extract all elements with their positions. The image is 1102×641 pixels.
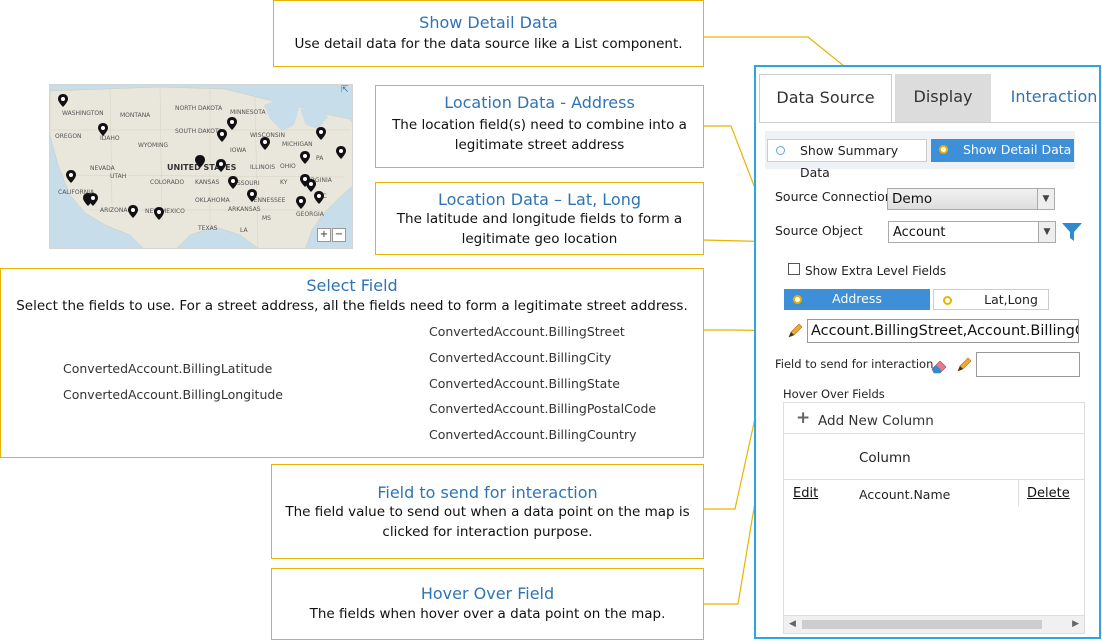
show-detail-label: Show Detail Data (963, 142, 1072, 157)
us-map[interactable]: WASHINGTON MONTANA NORTH DAKOTA MINNESOT… (49, 84, 353, 249)
address-toggle-label: Address (832, 291, 882, 306)
source-connection-value: Demo (892, 191, 933, 207)
extra-level-fields-label: Show Extra Level Fields (805, 264, 947, 278)
extra-level-fields-checkbox[interactable] (788, 263, 800, 275)
location-fields-input[interactable]: Account.BillingStreet,Account.BillingCit… (807, 319, 1079, 343)
radio-icon (943, 296, 952, 305)
source-connection-select[interactable]: Demo ▼ (887, 188, 1055, 210)
filter-icon[interactable] (1061, 221, 1083, 243)
show-summary-label: Show Summary Data (800, 143, 899, 180)
address-toggle[interactable]: Address (784, 289, 930, 310)
tab-data-source[interactable]: Data Source (759, 74, 892, 122)
radio-icon (776, 146, 785, 155)
table-row: Edit Account.Name Delete (784, 480, 1084, 510)
callout-hover-field: Hover Over Field The fields when hover o… (271, 568, 704, 640)
callout-title: Hover Over Field (420, 584, 555, 603)
radio-selected-icon (939, 145, 948, 154)
scroll-right-icon[interactable]: ▶ (1072, 619, 1079, 629)
tab-interaction[interactable]: Interaction (1009, 74, 1099, 122)
map-pins (58, 94, 346, 220)
eraser-icon[interactable] (930, 357, 948, 375)
address-field: ConvertedAccount.BillingPostalCode (429, 401, 657, 416)
hover-over-fields-label: Hover Over Fields (783, 387, 885, 401)
latlong-toggle[interactable]: Lat,Long (933, 289, 1049, 310)
address-field: ConvertedAccount.BillingState (429, 376, 620, 391)
zoom-out-button[interactable]: − (332, 228, 346, 242)
horizontal-scrollbar[interactable]: ◀ ▶ (784, 615, 1084, 633)
plus-icon[interactable]: + (796, 408, 810, 428)
tab-display[interactable]: Display (895, 74, 991, 122)
zoom-controls: + − (317, 228, 346, 242)
callout-body: The field value to send out when a data … (285, 504, 690, 540)
column-header: Column (859, 450, 911, 466)
add-new-column-button[interactable]: Add New Column (818, 413, 934, 429)
hover-fields-grid: + Add New Column Column Edit Account.Nam… (783, 402, 1085, 634)
latlong-field: ConvertedAccount.BillingLatitude (63, 361, 273, 376)
edit-link[interactable]: Edit (793, 486, 818, 501)
zoom-in-button[interactable]: + (317, 228, 331, 242)
callout-field-interaction: Field to send for interaction The field … (271, 464, 704, 559)
expand-icon[interactable]: ⇱ (341, 86, 350, 95)
callout-title: Field to send for interaction (377, 483, 598, 502)
delete-link[interactable]: Delete (1027, 486, 1070, 501)
data-mode-bar: Show Summary Data Show Detail Data (765, 131, 1075, 180)
field-to-send-input[interactable] (976, 352, 1080, 377)
address-field: ConvertedAccount.BillingStreet (429, 324, 625, 339)
address-field: ConvertedAccount.BillingCity (429, 350, 612, 365)
scrollbar-thumb[interactable] (802, 620, 1042, 629)
pencil-icon[interactable] (955, 356, 973, 374)
field-to-send-label: Field to send for interaction (775, 357, 934, 371)
radio-selected-icon (793, 295, 802, 304)
callout-location-address: Location Data - Address The location fie… (375, 85, 704, 168)
callout-body: Use detail data for the data source like… (294, 36, 683, 52)
callout-title: Location Data – Lat, Long (437, 190, 641, 209)
row-field-name: Account.Name (859, 487, 951, 502)
source-object-select[interactable]: Account ▼ (888, 221, 1056, 243)
latlong-field: ConvertedAccount.BillingLongitude (63, 387, 283, 402)
source-object-value: Account (893, 225, 946, 240)
callout-title: Location Data - Address (444, 93, 635, 112)
callout-title: Show Detail Data (419, 13, 558, 32)
grid-divider (784, 433, 1084, 434)
callout-body: The fields when hover over a data point … (309, 606, 666, 622)
show-summary-data-radio[interactable]: Show Summary Data (767, 139, 927, 180)
latlong-toggle-label: Lat,Long (984, 292, 1038, 307)
tab-bar: Data Source Display Interaction (759, 74, 1099, 122)
callout-body: The location field(s) need to combine in… (392, 117, 687, 153)
scroll-left-icon[interactable]: ◀ (789, 619, 796, 629)
row-divider (1018, 480, 1019, 506)
source-object-label: Source Object (775, 223, 863, 238)
chevron-down-icon: ▼ (1037, 189, 1054, 209)
source-connection-label: Source Connection (775, 189, 893, 204)
map-settings-panel: Data Source Display Interaction Show Sum… (754, 65, 1101, 639)
chevron-down-icon: ▼ (1038, 222, 1055, 242)
callout-body: The latitude and longitude fields to for… (396, 211, 683, 247)
tab-divider (759, 122, 1099, 123)
callout-title: Select Field (306, 276, 398, 295)
show-detail-data-radio[interactable]: Show Detail Data (931, 139, 1074, 162)
callout-location-latlong: Location Data – Lat, Long The latitude a… (375, 182, 704, 255)
pencil-icon[interactable] (786, 322, 804, 340)
callout-show-detail-data: Show Detail Data Use detail data for the… (273, 0, 704, 67)
callout-body: Select the fields to use. For a street a… (16, 298, 688, 314)
address-field: ConvertedAccount.BillingCountry (429, 427, 637, 442)
